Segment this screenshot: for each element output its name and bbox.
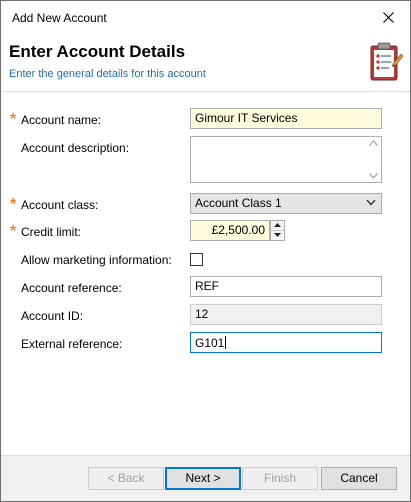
- required-marker: *: [10, 111, 17, 128]
- account-class-label: Account class:: [21, 198, 99, 212]
- page-subtitle: Enter the general details for this accou…: [9, 68, 206, 80]
- scroll-down-icon: [369, 173, 378, 179]
- cancel-button[interactable]: Cancel: [321, 467, 397, 490]
- title-bar: Add New Account: [1, 1, 410, 34]
- required-marker: *: [10, 196, 17, 213]
- close-icon: [382, 12, 394, 23]
- scroll-up-icon: [369, 140, 378, 146]
- external-reference-value: G101: [195, 336, 225, 350]
- account-reference-label: Account reference:: [21, 281, 122, 295]
- account-class-value: Account Class 1: [195, 196, 282, 210]
- wizard-footer: < Back Next > Finish Cancel: [1, 455, 410, 501]
- credit-limit-input[interactable]: £2,500.00: [190, 220, 270, 241]
- page-title: Enter Account Details: [9, 42, 186, 61]
- required-marker: *: [10, 223, 17, 240]
- account-id-field: 12: [190, 304, 382, 325]
- credit-limit-label: Credit limit:: [21, 225, 82, 239]
- spin-down-button[interactable]: [271, 231, 284, 241]
- credit-limit-spinner[interactable]: [270, 220, 285, 241]
- spin-up-icon: [274, 223, 281, 228]
- finish-button[interactable]: Finish: [242, 467, 318, 490]
- description-scrollbar[interactable]: [366, 137, 381, 182]
- text-caret: [225, 336, 227, 349]
- external-reference-label: External reference:: [21, 337, 123, 351]
- account-name-label: Account name:: [21, 113, 102, 127]
- spin-up-button[interactable]: [271, 221, 284, 231]
- spin-down-icon: [274, 233, 281, 238]
- external-reference-input[interactable]: G101: [190, 332, 382, 353]
- account-id-label: Account ID:: [21, 309, 84, 323]
- next-button[interactable]: Next >: [165, 467, 241, 490]
- account-reference-input[interactable]: REF: [190, 276, 382, 297]
- back-button[interactable]: < Back: [88, 467, 164, 490]
- form-area: * Account name: Gimour IT Services Accou…: [1, 93, 410, 455]
- chevron-down-icon: [366, 199, 376, 206]
- account-description-label: Account description:: [21, 141, 130, 155]
- window-title: Add New Account: [12, 11, 107, 25]
- allow-marketing-checkbox[interactable]: [190, 253, 203, 266]
- close-button[interactable]: [366, 1, 410, 34]
- clipboard-checklist-icon: [370, 42, 404, 81]
- wizard-header: Enter Account Details Enter the general …: [1, 34, 410, 92]
- account-name-input[interactable]: Gimour IT Services: [190, 108, 382, 129]
- account-class-select[interactable]: Account Class 1: [190, 193, 382, 214]
- add-new-account-dialog: Add New Account Enter Account Details En…: [0, 0, 411, 502]
- allow-marketing-label: Allow marketing information:: [21, 253, 172, 267]
- account-description-textarea[interactable]: [190, 136, 382, 183]
